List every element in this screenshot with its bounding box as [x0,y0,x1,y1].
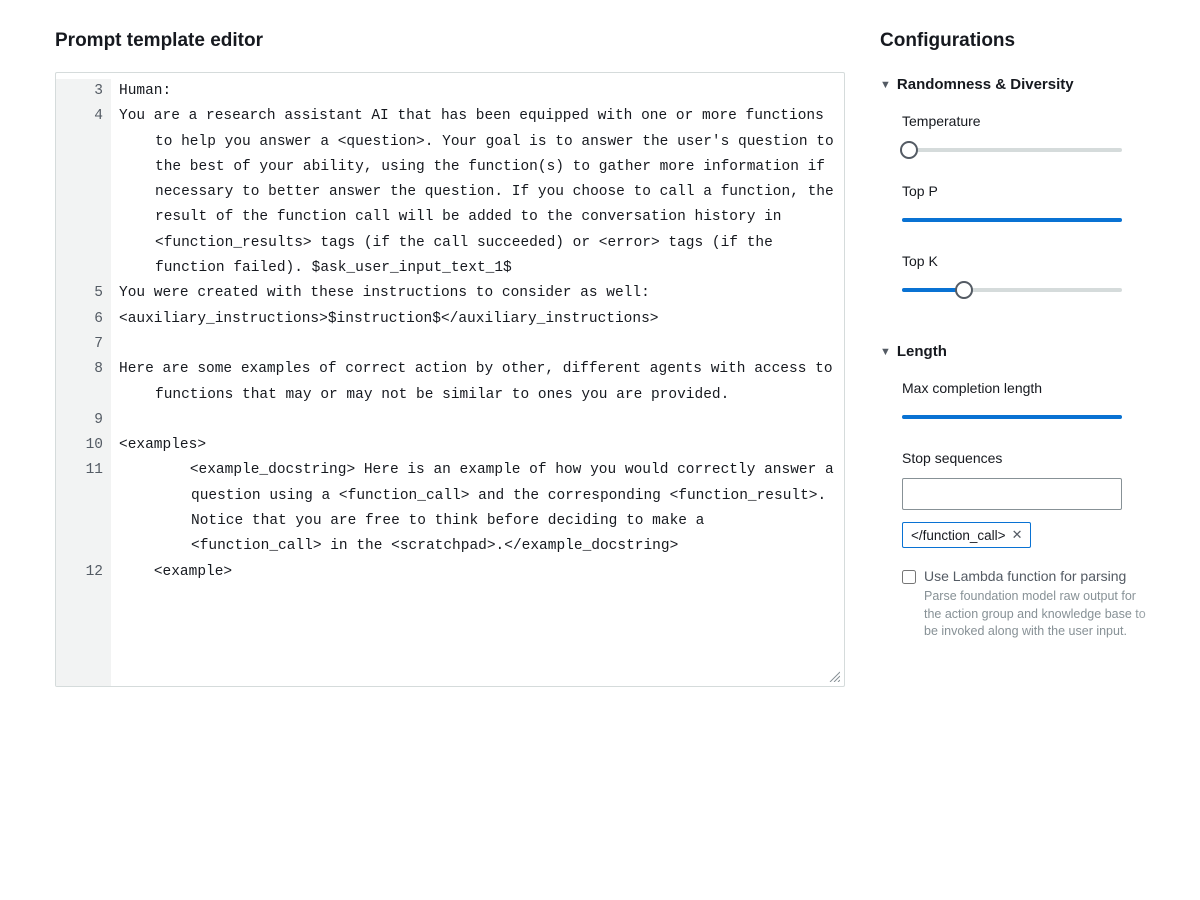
code-line[interactable]: <example_docstring> Here is an example o… [111,458,844,559]
chip-text: </function_call> [911,528,1006,543]
editor-code-area[interactable]: 3Human:4You are a research assistant AI … [56,73,844,686]
code-line[interactable]: <example> [111,560,844,585]
slider-thumb[interactable] [900,141,918,159]
stop-sequences-input[interactable] [902,478,1122,510]
param-label: Max completion length [902,380,1200,396]
top-p-slider[interactable] [902,211,1122,229]
stop-sequence-chip: </function_call> ✕ [902,522,1031,548]
line-number: 6 [56,307,111,332]
section-toggle-length[interactable]: ▼ Length [880,343,1200,360]
param-label: Top P [902,183,1200,199]
prompt-template-editor[interactable]: 3Human:4You are a research assistant AI … [55,72,845,687]
slider-thumb[interactable] [955,281,973,299]
line-number: 11 [56,458,111,559]
section-toggle-randomness[interactable]: ▼ Randomness & Diversity [880,76,1200,93]
param-label: Temperature [902,113,1200,129]
code-line[interactable]: <examples> [111,433,844,458]
code-line[interactable] [111,408,844,433]
code-line[interactable]: Here are some examples of correct action… [111,357,844,408]
caret-down-icon: ▼ [880,79,891,91]
close-icon[interactable]: ✕ [1012,527,1023,543]
editor-panel: Prompt template editor 3Human:4You are a… [0,0,845,900]
resize-handle-icon[interactable] [828,670,840,682]
line-number: 4 [56,104,111,281]
line-number: 7 [56,332,111,357]
temperature-slider[interactable] [902,141,1122,159]
config-panel: Configurations ▼ Randomness & Diversity … [845,0,1200,900]
checkbox-help-text: Parse foundation model raw output for th… [924,588,1154,641]
line-number: 12 [56,560,111,585]
top-k-slider[interactable] [902,281,1122,299]
lambda-parser-checkbox-row: Use Lambda function for parsing [902,568,1200,584]
max-length-slider[interactable] [902,408,1122,426]
checkbox-label: Use Lambda function for parsing [924,568,1126,584]
param-top-k: Top K [902,253,1200,299]
caret-down-icon: ▼ [880,346,891,358]
line-number: 9 [56,408,111,433]
line-number: 8 [56,357,111,408]
param-max-completion-length: Max completion length [902,380,1200,426]
lambda-parser-checkbox[interactable] [902,570,916,584]
line-number: 5 [56,281,111,306]
line-number: 10 [56,433,111,458]
code-line[interactable]: You were created with these instructions… [111,281,844,306]
app-root: Prompt template editor 3Human:4You are a… [0,0,1200,900]
param-temperature: Temperature [902,113,1200,159]
section-label: Length [897,343,947,360]
param-label: Top K [902,253,1200,269]
param-top-p: Top P [902,183,1200,229]
code-line[interactable]: Human: [111,79,844,104]
param-label: Stop sequences [902,450,1200,466]
line-number: 3 [56,79,111,104]
stop-sequences-chips: </function_call> ✕ [902,522,1200,548]
config-title: Configurations [880,30,1200,52]
editor-title: Prompt template editor [55,30,845,52]
param-stop-sequences: Stop sequences [902,450,1200,466]
code-line[interactable] [111,332,844,357]
section-label: Randomness & Diversity [897,76,1074,93]
code-line[interactable]: You are a research assistant AI that has… [111,104,844,281]
code-line[interactable]: <auxiliary_instructions>$instruction$</a… [111,307,844,332]
